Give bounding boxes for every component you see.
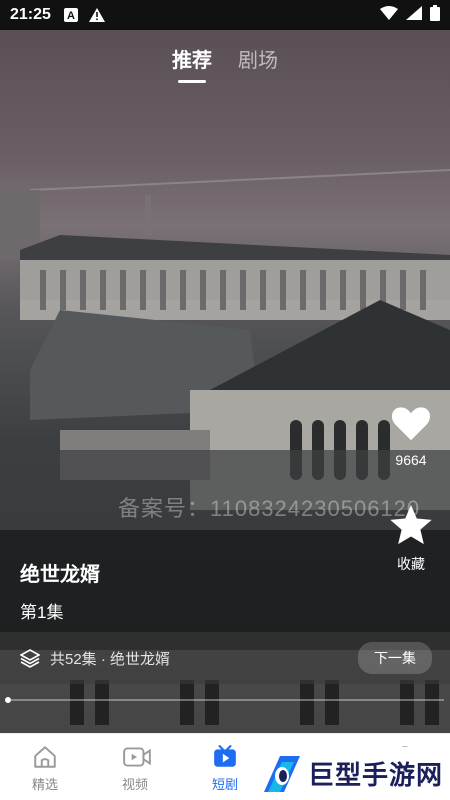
nav-featured[interactable]: 精选 <box>0 734 90 800</box>
status-time: 21:25 <box>10 6 51 23</box>
nav-video-label: 视频 <box>121 777 148 792</box>
video-icon <box>122 744 151 770</box>
tab-theater[interactable]: 剧场 <box>238 44 278 83</box>
wifi-icon <box>380 5 398 25</box>
video-player[interactable] <box>0 30 450 733</box>
like-count: 9664 <box>395 452 427 468</box>
tab-recommend[interactable]: 推荐 <box>172 44 212 83</box>
site-logo-text: 巨型手游网 <box>308 760 444 790</box>
tv-icon <box>212 744 238 770</box>
home-icon <box>32 744 58 770</box>
drama-title: 绝世龙婿 <box>20 564 100 586</box>
series-info: 共52集 · 绝世龙婿 <box>50 650 171 668</box>
nav-short-drama-label: 短剧 <box>211 777 238 792</box>
battery-icon <box>430 4 440 26</box>
site-logo-watermark: 巨型手游网 <box>258 747 450 800</box>
nav-video[interactable]: 视频 <box>90 734 180 800</box>
heart-icon <box>388 400 434 446</box>
series-bar[interactable]: 共52集 · 绝世龙婿 下一集 <box>0 632 450 684</box>
top-tabs: 推荐 剧场 <box>0 44 450 83</box>
video-frame-scene <box>0 169 450 733</box>
layers-icon <box>19 648 41 668</box>
signal-icon <box>406 5 422 25</box>
nav-featured-label: 精选 <box>31 777 58 792</box>
record-number-watermark: 备案号：1108324230506120 <box>118 496 421 521</box>
status-bar: 21:25 A <box>0 0 450 30</box>
favorite-label: 收藏 <box>397 556 425 572</box>
episode-label: 第1集 <box>20 603 64 622</box>
site-logo-icon <box>260 752 304 796</box>
warning-icon <box>88 7 105 23</box>
favorite-button[interactable]: 收藏 <box>386 502 436 574</box>
star-icon <box>388 502 434 548</box>
video-progress-bar[interactable] <box>5 697 444 703</box>
a-notification-icon: A <box>63 7 79 23</box>
svg-text:A: A <box>67 10 75 22</box>
next-episode-button[interactable]: 下一集 <box>358 642 432 674</box>
nav-short-drama[interactable]: 短剧 <box>180 734 270 800</box>
like-button[interactable]: 9664 <box>386 400 436 468</box>
progress-handle[interactable] <box>5 697 11 703</box>
